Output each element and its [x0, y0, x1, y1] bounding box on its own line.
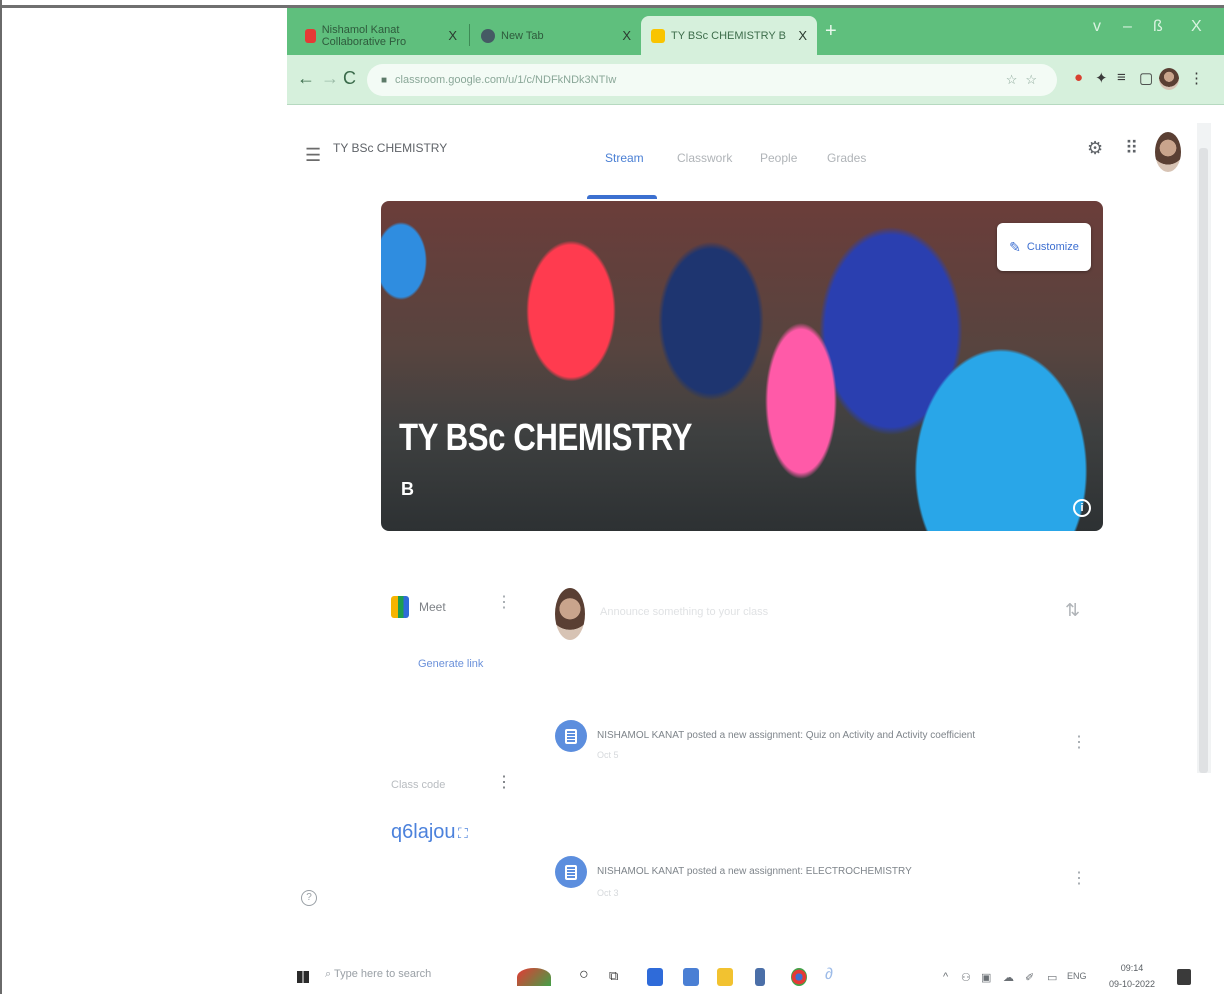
tray-pen-icon[interactable]: ✐	[1025, 971, 1034, 984]
reload-button[interactable]: C	[343, 68, 356, 89]
user-avatar	[555, 588, 585, 640]
input-language[interactable]: ENG	[1067, 971, 1087, 981]
notifications-icon[interactable]	[1177, 969, 1191, 985]
reading-list-icon[interactable]: ≡	[1117, 69, 1126, 86]
customize-button[interactable]: ✎ Customize	[997, 223, 1091, 271]
store-icon[interactable]	[647, 968, 663, 986]
youtube-favicon-icon	[305, 28, 316, 43]
banner-title: TY BSc CHEMISTRY	[399, 417, 692, 459]
left-border	[0, 0, 2, 994]
edge-icon[interactable]: ∂	[825, 966, 833, 984]
tab-title: New Tab	[501, 29, 544, 42]
url-text: classroom.google.com/u/1/c/NDFkNDk3NTIw	[395, 74, 617, 86]
clock-time: 09:14	[1120, 963, 1144, 973]
post-text[interactable]: NISHAMOL KANAT posted a new assignment: …	[597, 866, 912, 877]
windows-start-icon[interactable]	[297, 971, 309, 983]
network-icon[interactable]: ▭	[1047, 971, 1057, 984]
tray-cloud-icon[interactable]: ☁	[1003, 971, 1014, 984]
chrome-icon[interactable]	[791, 968, 807, 986]
help-icon[interactable]: ?	[301, 890, 317, 906]
side-panel-icon[interactable]: ▢	[1139, 69, 1153, 87]
customize-label: Customize	[1026, 241, 1079, 253]
post-date: Oct 3	[597, 888, 619, 898]
announce-input[interactable]: Announce something to your class	[600, 606, 768, 618]
banner-section: B	[401, 479, 414, 499]
bookmark-star-icon[interactable]: ☆☆	[1006, 72, 1045, 88]
windows-taskbar: ⌕ Type here to search ○ ⧉ ∂ ^ ⚇ ▣ ☁ ✐ ▭ …	[287, 960, 1224, 994]
account-avatar[interactable]	[1155, 132, 1181, 172]
tab-separator	[469, 24, 470, 46]
tab-classroom[interactable]: TY BSc CHEMISTRY B X	[641, 16, 817, 55]
tab-classwork[interactable]: Classwork	[677, 151, 732, 165]
tab-people[interactable]: People	[760, 151, 797, 165]
browser-menu-icon[interactable]: ⋮	[1189, 69, 1204, 87]
tab-close-icon[interactable]: X	[798, 28, 807, 43]
tab-collaborative[interactable]: Nishamol Kanat Collaborative Pro X	[295, 16, 467, 55]
classroom-header: ☰ TY BSc CHEMISTRY Stream Classwork Peop…	[287, 105, 1197, 195]
tab-close-icon[interactable]: X	[622, 28, 631, 43]
apps-grid-icon[interactable]: ⠿	[1125, 138, 1138, 159]
tab-title: Nishamol Kanat Collaborative Pro	[321, 23, 407, 48]
scrollbar-thumb[interactable]	[1199, 148, 1208, 773]
pencil-icon: ✎	[1009, 238, 1021, 255]
browser-toolbar: ← → C ■ classroom.google.com/u/1/c/NDFkN…	[287, 55, 1224, 105]
settings-gear-icon[interactable]: ⚙	[1087, 138, 1103, 159]
task-view-icon[interactable]: ⧉	[609, 968, 618, 984]
taskbar-clock[interactable]: 09:14 09-10-2022	[1109, 960, 1155, 992]
profile-avatar[interactable]	[1159, 68, 1179, 90]
assignment-icon	[555, 720, 587, 752]
post-options-icon[interactable]: ⋮	[1071, 871, 1087, 887]
classroom-favicon-icon	[651, 28, 665, 43]
app-icon[interactable]	[755, 968, 765, 986]
tab-new-tab[interactable]: New Tab X	[471, 16, 641, 55]
new-tab-button[interactable]: +	[825, 20, 837, 43]
forward-button[interactable]: →	[321, 68, 339, 89]
extension-puzzle-icon[interactable]: ✦	[1095, 69, 1108, 87]
meet-options-icon[interactable]: ⋮	[496, 595, 512, 611]
tab-close-icon[interactable]: X	[448, 28, 457, 43]
post-options-icon[interactable]: ⋮	[1071, 735, 1087, 751]
browser-tabstrip: Nishamol Kanat Collaborative Pro X New T…	[287, 8, 1224, 55]
post-date: Oct 5	[597, 750, 619, 760]
chrome-favicon-icon	[481, 28, 495, 43]
extension-shield-icon[interactable]: ●	[1074, 69, 1083, 86]
close-window-button[interactable]: X	[1191, 18, 1202, 36]
screen: Nishamol Kanat Collaborative Pro X New T…	[287, 8, 1224, 994]
word-icon[interactable]	[683, 968, 699, 986]
address-bar[interactable]: ■ classroom.google.com/u/1/c/NDFkNDk3NTI…	[367, 64, 1057, 96]
tray-chevron-icon[interactable]: ^	[943, 971, 948, 983]
clock-date: 09-10-2022	[1109, 979, 1156, 989]
file-explorer-icon[interactable]	[717, 968, 733, 986]
class-banner: ✎ Customize TY BSc CHEMISTRY B i	[381, 201, 1103, 531]
class-title[interactable]: TY BSc CHEMISTRY	[333, 141, 447, 155]
tab-title: TY BSc CHEMISTRY B	[671, 29, 786, 42]
class-code-label: Class code	[391, 779, 446, 791]
lock-icon: ■	[381, 74, 388, 86]
generate-link[interactable]: Generate link	[418, 658, 483, 670]
tab-grades[interactable]: Grades	[827, 151, 866, 165]
class-info-icon[interactable]: i	[1073, 499, 1091, 517]
tab-stream[interactable]: Stream	[605, 151, 644, 165]
active-tab-indicator	[587, 195, 657, 199]
main-menu-icon[interactable]: ☰	[305, 145, 321, 166]
class-code-value: q6lajou	[391, 821, 456, 843]
assignment-icon	[555, 856, 587, 888]
top-border	[0, 0, 1224, 8]
class-code-options-icon[interactable]: ⋮	[496, 775, 512, 791]
restore-button[interactable]: ß	[1153, 18, 1163, 36]
taskbar-search-placeholder: Type here to search	[334, 968, 432, 980]
taskbar-search[interactable]: ⌕ Type here to search	[325, 968, 431, 981]
tab-search-icon[interactable]: v	[1093, 18, 1101, 36]
post-text[interactable]: NISHAMOL KANAT posted a new assignment: …	[597, 730, 975, 741]
meet-label: Meet	[419, 600, 446, 614]
cortana-icon[interactable]: ○	[579, 966, 589, 984]
meet-icon	[391, 596, 409, 618]
tray-app-icon[interactable]: ▣	[981, 971, 991, 984]
repost-icon[interactable]: ⇅	[1065, 600, 1080, 621]
minimize-button[interactable]: –	[1123, 18, 1132, 36]
tray-people-icon[interactable]: ⚇	[961, 971, 971, 984]
back-button[interactable]: ←	[297, 68, 315, 89]
weather-widget-icon[interactable]	[517, 968, 551, 986]
fullscreen-icon[interactable]: ⛶	[458, 825, 468, 842]
